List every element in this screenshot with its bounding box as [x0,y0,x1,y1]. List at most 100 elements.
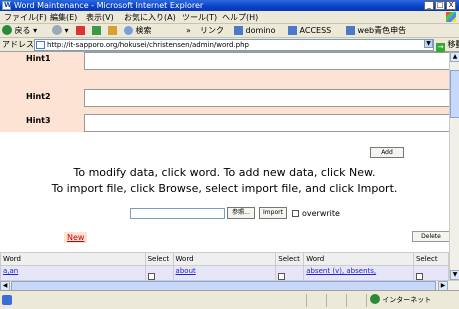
word-cell: a,an [0,265,146,280]
page-icon [288,26,297,35]
hint2-input[interactable] [84,89,449,107]
table-row: a,an about absent (v), absents, [0,265,449,280]
go-button[interactable]: → 移動 [436,39,459,52]
back-arrow-icon [2,25,12,35]
internet-globe-icon [370,294,380,304]
horizontal-scrollbar[interactable]: ◀ ▶ [0,280,459,291]
refresh-button[interactable] [92,25,101,37]
select-cell [144,265,174,280]
word-link[interactable]: absent (v), absents, [306,267,376,275]
home-button[interactable] [108,25,117,37]
delete-button[interactable]: Delete [412,231,449,242]
vertical-scroll-thumb[interactable] [450,70,459,118]
menu-help[interactable]: ヘルプ(H) [222,12,258,23]
word-table: Word Select Word Select Word Select a,an… [0,252,449,280]
address-field[interactable]: http://it-sapporo.org/hokusei/christense… [34,39,434,51]
window-title: Word Maintenance - Microsoft Internet Ex… [14,1,204,10]
select-checkbox[interactable] [147,273,155,280]
toolbar: 戻る ▾ ▾ 検索 » リンク domino ACCESS web青色申告 [0,24,459,38]
search-label: 検索 [135,26,152,35]
back-button[interactable]: 戻る ▾ [2,25,37,37]
word-cell: about [172,265,277,280]
table-header-row: Word Select Word Select Word Select [0,252,449,266]
page-status-icon [2,295,12,305]
menu-file[interactable]: ファイル(F) [4,12,47,23]
go-arrow-icon: → [436,43,445,52]
page-content: Hint1 Hint2 Hint3 Add To modify data, cl… [0,52,449,280]
stop-button[interactable] [76,25,85,37]
word-link[interactable]: a,an [3,267,18,275]
menu-favorites[interactable]: お気に入り(A) [124,12,176,23]
menu-view[interactable]: 表示(V) [86,12,114,23]
forward-button[interactable]: ▾ [52,25,69,37]
select-cell [412,265,449,280]
scroll-up-icon[interactable]: ▲ [450,52,459,62]
import-file-input[interactable] [130,208,225,219]
vertical-scrollbar[interactable]: ▲ ▼ [449,52,459,280]
menu-bar: ファイル(F) 編集(E) 表示(V) お気に入り(A) ツール(T) ヘルプ(… [0,11,459,24]
maximize-button[interactable]: □ [435,1,445,10]
go-label: 移動 [447,40,459,49]
refresh-icon [92,26,101,35]
word-link[interactable]: about [176,267,196,275]
instruction-line-2: To import file, click Browse, select imp… [51,182,398,195]
menu-tools[interactable]: ツール(T) [182,12,217,23]
minimize-button[interactable]: _ [424,1,434,10]
link-web-aoiro-label: web青色申告 [357,26,407,35]
hint3-input[interactable] [84,114,449,132]
home-icon [108,26,117,35]
search-button[interactable]: 検索 [124,25,152,37]
select-cell [275,265,305,280]
toolbar-chevron[interactable]: » [186,25,191,37]
windows-logo-icon [446,12,456,22]
column-header-select: Select [275,252,305,266]
instruction-line-1: To modify data, click word. To add new d… [73,166,376,179]
add-button[interactable]: Add [370,147,404,158]
link-web-aoiro[interactable]: web青色申告 [346,25,406,37]
column-header-word: Word [172,252,277,266]
import-button[interactable]: Import [259,207,287,219]
hint3-label: Hint3 [26,116,51,125]
select-checkbox[interactable] [278,273,286,280]
status-divider [326,294,327,307]
page-icon [346,26,355,35]
close-button[interactable]: X [446,1,456,10]
new-link[interactable]: New [64,232,88,243]
hint1-label: Hint1 [26,54,51,63]
column-header-select: Select [412,252,449,266]
column-header-select: Select [144,252,174,266]
hint1-input[interactable] [84,52,449,70]
column-header-word: Word [0,252,146,266]
link-access-label: ACCESS [299,26,332,35]
links-label: リンク [200,26,224,35]
status-divider [366,294,367,307]
back-label: 戻る [14,26,31,35]
title-bar: Word Maintenance - Microsoft Internet Ex… [0,0,459,11]
status-divider [346,294,347,307]
link-access[interactable]: ACCESS [288,25,331,37]
column-header-word: Word [303,252,414,266]
hint2-label: Hint2 [26,92,51,101]
word-cell: absent (v), absents, [303,265,414,280]
link-domino[interactable]: domino [234,25,276,37]
address-url: http://it-sapporo.org/hokusei/christense… [47,41,250,49]
zone-label: インターネット [382,296,432,304]
page-icon [234,26,243,35]
security-zone: インターネット [370,293,431,307]
forward-arrow-icon [52,25,62,35]
ie-app-icon [2,1,12,10]
menu-edit[interactable]: 編集(E) [50,12,77,23]
overwrite-label: overwrite [302,209,340,218]
stop-icon [76,26,85,35]
browse-button[interactable]: 参照... [227,207,255,219]
link-domino-label: domino [245,26,276,35]
status-divider [306,294,307,307]
status-bar: インターネット [0,290,459,309]
select-checkbox[interactable] [415,273,423,280]
page-icon [36,41,45,49]
search-icon [124,26,133,35]
overwrite-checkbox[interactable] [292,210,299,217]
address-dropdown-icon[interactable]: ▼ [424,39,433,48]
scroll-down-icon[interactable]: ▼ [450,270,459,280]
hint-panel: Hint1 Hint2 Hint3 [0,52,449,132]
